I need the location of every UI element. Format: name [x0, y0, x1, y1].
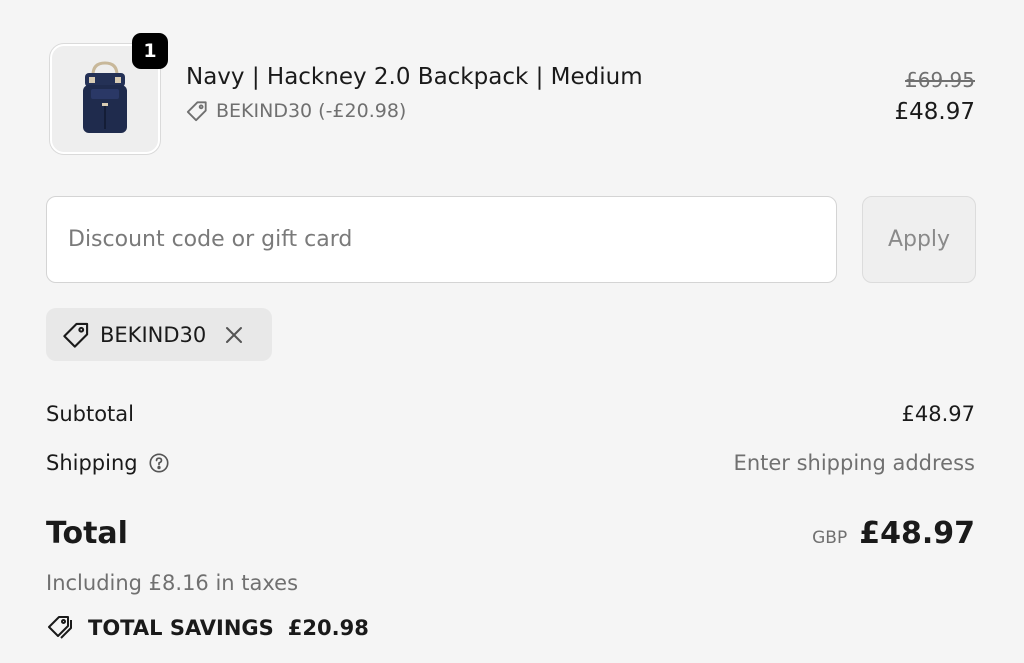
applied-discount-tag: BEKIND30: [46, 308, 272, 361]
apply-button[interactable]: Apply: [862, 196, 976, 283]
total-savings-value: £20.98: [287, 616, 369, 640]
product-discount-text: BEKIND30 (-£20.98): [216, 100, 407, 122]
shipping-value: Enter shipping address: [733, 451, 975, 475]
remove-discount-button[interactable]: [224, 325, 244, 345]
product-name: Navy | Hackney 2.0 Backpack | Medium: [186, 64, 643, 90]
close-icon[interactable]: [224, 325, 244, 345]
currency-code: GBP: [812, 528, 848, 548]
help-icon[interactable]: [148, 452, 170, 474]
taxes-note: Including £8.16 in taxes: [46, 571, 299, 595]
discount-code-input[interactable]: [46, 196, 837, 283]
product-price: £48.97: [894, 99, 975, 125]
product-discount-line: BEKIND30 (-£20.98): [186, 100, 406, 122]
subtotal-label: Subtotal: [46, 402, 134, 426]
quantity-badge: 1: [132, 33, 168, 69]
tag-icon: [63, 322, 89, 348]
original-price: £69.95: [905, 68, 975, 92]
shipping-label: Shipping: [46, 451, 138, 475]
total-value-group: GBP £48.97: [812, 516, 975, 551]
total-amount: £48.97: [859, 516, 975, 551]
tag-icon: [186, 101, 207, 122]
total-savings-label: TOTAL SAVINGS: [88, 616, 274, 640]
shipping-row-label: Shipping: [46, 451, 170, 475]
applied-discount-code: BEKIND30: [100, 322, 207, 347]
total-label: Total: [46, 516, 128, 551]
subtotal-value: £48.97: [901, 402, 975, 426]
total-savings: TOTAL SAVINGS £20.98: [46, 614, 369, 642]
tags-icon: [48, 616, 72, 639]
backpack-icon: [83, 61, 127, 133]
